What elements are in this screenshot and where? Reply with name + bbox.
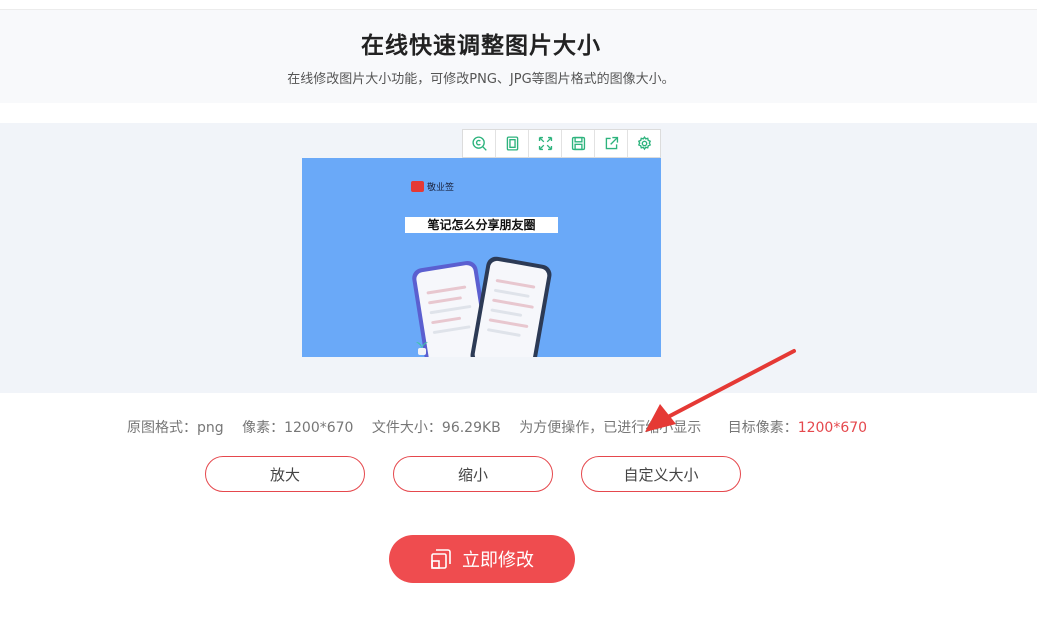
top-divider	[0, 0, 1037, 10]
brand-logo-icon	[411, 181, 424, 192]
preview-brand: 敬业签	[411, 180, 454, 193]
info-format: 原图格式：png	[127, 420, 224, 436]
page-subtitle: 在线修改图片大小功能，可修改PNG、JPG等图片格式的图像大小。	[287, 72, 675, 87]
zoom-in-button[interactable]: 放大	[205, 456, 365, 492]
submit-button[interactable]: 立即修改	[389, 535, 575, 583]
image-toolbar	[462, 129, 661, 158]
info-target-value: 1200*670	[797, 420, 868, 436]
settings-icon[interactable]	[628, 130, 660, 157]
info-note: 为方便操作，已进行缩小显示	[519, 420, 702, 436]
expand-icon[interactable]	[529, 130, 562, 157]
info-pixels: 像素：1200*670	[242, 420, 354, 436]
image-preview: 敬业签 笔记怎么分享朋友圈	[302, 158, 661, 357]
page-header: 在线快速调整图片大小 在线修改图片大小功能，可修改PNG、JPG等图片格式的图像…	[0, 10, 1037, 103]
phone-illustration-right	[468, 255, 554, 357]
resize-icon	[431, 549, 451, 569]
info-filesize: 文件大小：96.29KB	[371, 420, 501, 436]
plant-icon	[416, 342, 428, 355]
preview-banner: 笔记怎么分享朋友圈	[405, 217, 558, 233]
custom-size-button[interactable]: 自定义大小	[581, 456, 741, 492]
image-info: 原图格式：png 像素：1200*670 文件大小：96.29KB 为方便操作，…	[127, 417, 881, 437]
preview-stage: 敬业签 笔记怎么分享朋友圈	[0, 123, 1037, 393]
save-icon[interactable]	[562, 130, 595, 157]
fit-page-icon[interactable]	[496, 130, 529, 157]
zoom-out-button[interactable]: 缩小	[393, 456, 553, 492]
info-target-label: 目标像素：	[727, 420, 798, 436]
zoom-copyright-icon[interactable]	[463, 130, 496, 157]
submit-label: 立即修改	[462, 550, 534, 571]
brand-name: 敬业签	[427, 183, 455, 193]
share-icon[interactable]	[595, 130, 628, 157]
page-title: 在线快速调整图片大小	[361, 33, 601, 59]
